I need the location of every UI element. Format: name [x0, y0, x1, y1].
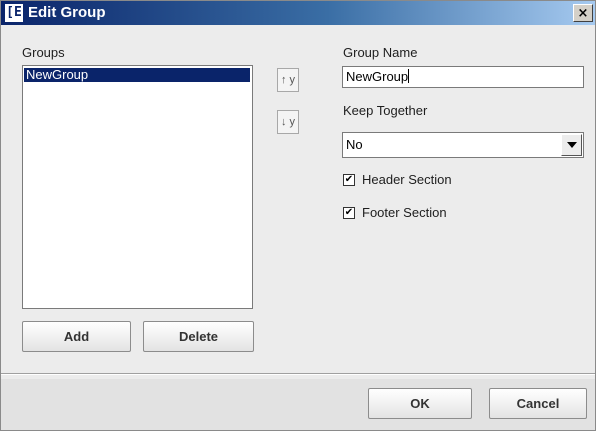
keep-together-label: Keep Together [343, 103, 428, 118]
footer-section-checkbox[interactable]: ✔ [343, 207, 355, 219]
move-up-button[interactable]: ↑ y [277, 68, 299, 92]
group-name-value: NewGroup [346, 69, 409, 84]
edit-group-dialog: [E Edit Group × Groups NewGroup ↑ y ↓ y … [0, 0, 596, 431]
header-section-label[interactable]: Header Section [362, 172, 452, 187]
cancel-button[interactable]: Cancel [489, 388, 587, 419]
keep-together-select[interactable]: No [342, 132, 584, 158]
add-button[interactable]: Add [22, 321, 131, 352]
groups-listbox[interactable]: NewGroup [22, 65, 253, 309]
delete-button[interactable]: Delete [143, 321, 254, 352]
group-name-input[interactable]: NewGroup [342, 66, 584, 88]
window-title: Edit Group [28, 4, 106, 21]
list-item[interactable]: NewGroup [24, 68, 250, 82]
title-bar[interactable]: [E Edit Group × [1, 1, 595, 25]
move-down-button[interactable]: ↓ y [277, 110, 299, 134]
text-caret [408, 69, 410, 83]
header-section-checkbox[interactable]: ✔ [343, 174, 355, 186]
separator [1, 373, 595, 375]
close-button[interactable]: × [573, 4, 593, 22]
groups-label: Groups [22, 45, 65, 60]
ok-button[interactable]: OK [368, 388, 472, 419]
dropdown-arrow-icon[interactable] [561, 134, 582, 156]
app-icon: [E [5, 4, 23, 22]
footer-section-label[interactable]: Footer Section [362, 205, 447, 220]
group-name-label: Group Name [343, 45, 418, 60]
dialog-footer: OK Cancel [1, 379, 595, 430]
keep-together-value: No [346, 137, 363, 152]
